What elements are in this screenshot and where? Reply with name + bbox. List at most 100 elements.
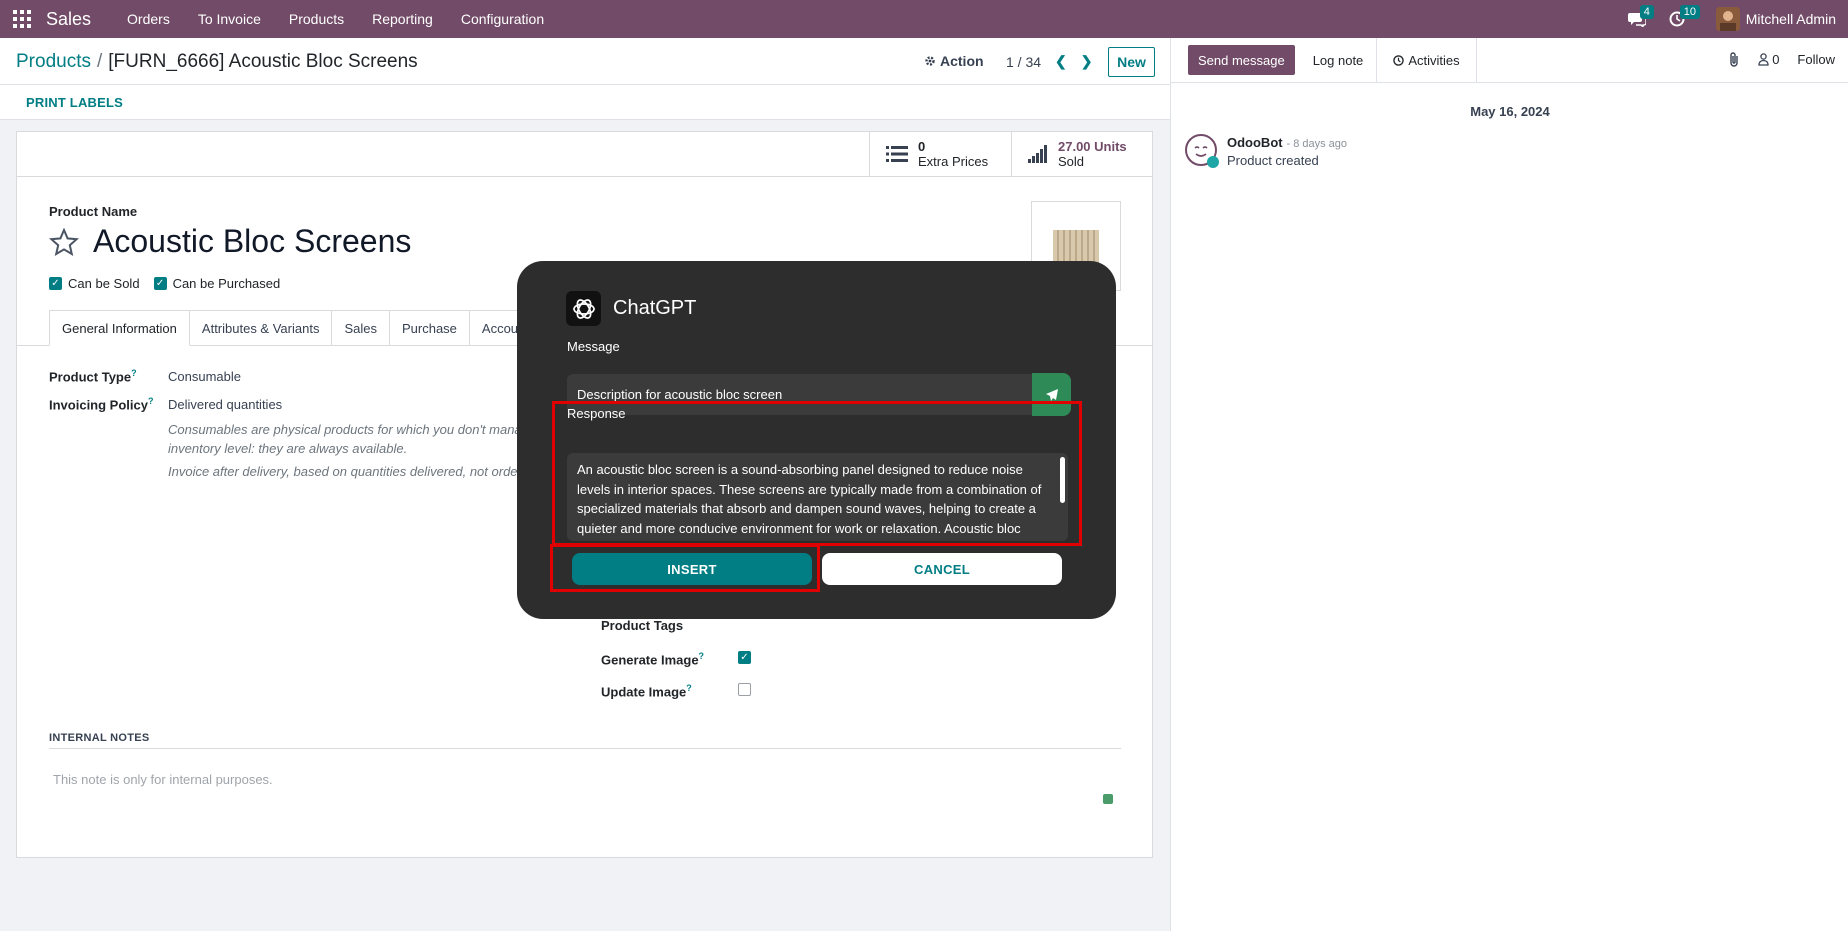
menu-to-invoice[interactable]: To Invoice <box>184 11 275 27</box>
send-message-button[interactable]: Send message <box>1188 45 1295 75</box>
odoobot-avatar <box>1185 134 1219 168</box>
chatter-message: OdooBot - 8 days ago Product created <box>1185 134 1347 168</box>
extra-prices-label: Extra Prices <box>918 154 989 169</box>
tab-general-information[interactable]: General Information <box>49 310 190 346</box>
log-note-button[interactable]: Log note <box>1300 38 1377 83</box>
can-be-sold-checkbox[interactable]: ✓ Can be Sold <box>49 276 140 291</box>
units-sold-label: Sold <box>1058 154 1085 169</box>
message-author[interactable]: OdooBot <box>1227 135 1283 150</box>
follow-button[interactable]: Follow <box>1797 52 1835 67</box>
main-menu: Orders To Invoice Products Reporting Con… <box>113 11 558 27</box>
can-be-sold-label: Can be Sold <box>68 276 140 291</box>
top-navbar: Sales Orders To Invoice Products Reporti… <box>0 0 1848 38</box>
response-text: An acoustic bloc screen is a sound-absor… <box>577 462 1042 541</box>
insert-button[interactable]: INSERT <box>572 553 812 585</box>
chatter-tools: 0 Follow <box>1728 51 1835 67</box>
extra-prices-button[interactable]: 0 Extra Prices <box>869 132 1011 176</box>
gear-icon <box>925 56 935 66</box>
product-tags-label: Product Tags <box>601 618 684 633</box>
invoice-help-text: Invoice after delivery, based on quantit… <box>168 464 522 479</box>
new-button[interactable]: New <box>1108 47 1155 77</box>
menu-reporting[interactable]: Reporting <box>358 11 447 27</box>
user-avatar <box>1715 7 1740 31</box>
message-label: Message <box>567 339 620 354</box>
menu-orders[interactable]: Orders <box>113 11 184 27</box>
product-type-label: Product Type? <box>49 368 137 385</box>
breadcrumb-separator: / <box>96 51 103 72</box>
pager: 1 / 34 ❮ ❯ <box>1006 53 1093 70</box>
chatter-topbar: Send message Log note Activities 0 Follo… <box>1171 38 1848 83</box>
response-textarea[interactable]: An acoustic bloc screen is a sound-absor… <box>567 453 1068 541</box>
openai-logo-icon <box>566 291 601 326</box>
generate-image-checkbox[interactable]: ✓ <box>738 651 751 664</box>
invoicing-policy-label: Invoicing Policy? <box>49 396 154 413</box>
internal-notes-divider <box>49 748 1121 749</box>
cancel-button[interactable]: CANCEL <box>822 553 1062 585</box>
checkmark-icon: ✓ <box>49 277 62 290</box>
checkmark-icon: ✓ <box>153 277 167 290</box>
internal-notes-editor[interactable]: This note is only for internal purposes. <box>53 772 273 787</box>
control-panel: Products / [FURN_6666] Acoustic Bloc Scree… <box>0 38 1170 85</box>
units-sold-value: 27.00 Units <box>1058 139 1127 154</box>
generate-image-label: Generate Image? <box>601 651 705 668</box>
activities-badge: 10 <box>1679 5 1700 19</box>
pager-value[interactable]: 1 / 34 <box>1006 54 1041 70</box>
tab-purchase[interactable]: Purchase <box>389 310 470 346</box>
tab-sales[interactable]: Sales <box>332 310 390 346</box>
product-type-select[interactable]: Consumable <box>168 369 241 384</box>
menu-configuration[interactable]: Configuration <box>447 11 558 27</box>
can-be-purchased-label: Can be Purchased <box>172 276 281 291</box>
response-scrollbar[interactable] <box>1060 457 1065 503</box>
product-name-label: Product Name <box>49 204 138 219</box>
breadcrumb-current: [FURN_6666] Acoustic Bloc Screens <box>108 51 418 72</box>
user-menu[interactable]: Mitchell Admin <box>1715 7 1836 31</box>
apps-menu-icon[interactable] <box>12 9 32 29</box>
invoicing-policy-select[interactable]: Delivered quantities <box>168 397 282 412</box>
date-separator: May 16, 2024 <box>1470 104 1550 119</box>
menu-products[interactable]: Products <box>275 11 358 27</box>
dialog-title: ChatGPT <box>613 297 697 319</box>
pager-next-icon[interactable]: ❯ <box>1081 53 1093 70</box>
action-button[interactable]: Action <box>924 53 984 69</box>
followers-button[interactable]: 0 <box>1758 52 1779 67</box>
update-image-label: Update Image? <box>601 683 692 700</box>
activities-button[interactable]: Activities <box>1377 38 1477 83</box>
breadcrumb-products-link[interactable]: Products <box>16 51 91 72</box>
person-icon <box>1758 52 1769 66</box>
breadcrumb: Products / [FURN_6666] Acoustic Bloc Scree… <box>16 51 418 73</box>
chatgpt-dialog: ChatGPT Message Description for acoustic… <box>517 261 1116 619</box>
chatter-panel: Send message Log note Activities 0 Follo… <box>1170 38 1848 931</box>
favorite-star-icon[interactable] <box>49 227 79 256</box>
paperclip-icon[interactable] <box>1728 51 1740 67</box>
activities-clock-icon[interactable]: 10 <box>1666 5 1700 30</box>
list-icon <box>886 146 908 162</box>
can-be-purchased-checkbox[interactable]: ✓ Can be Purchased <box>153 276 281 291</box>
extra-prices-value: 0 <box>918 139 926 154</box>
print-labels-button[interactable]: PRINT LABELS <box>26 95 123 110</box>
user-name: Mitchell Admin <box>1745 11 1836 27</box>
tab-attributes-variants[interactable]: Attributes & Variants <box>189 310 333 346</box>
internal-notes-title: INTERNAL NOTES <box>49 732 150 744</box>
product-flags: ✓ Can be Sold ✓ Can be Purchased <box>49 276 280 291</box>
editor-status-indicator <box>1103 794 1113 804</box>
messages-badge: 4 <box>1639 5 1654 19</box>
activities-label: Activities <box>1408 53 1460 68</box>
message-date: - 8 days ago <box>1286 138 1348 150</box>
action-label: Action <box>940 53 984 69</box>
signal-bars-icon <box>1028 145 1047 163</box>
followers-count: 0 <box>1772 51 1780 67</box>
units-sold-button[interactable]: 27.00 Units Sold <box>1011 132 1152 176</box>
status-bar: PRINT LABELS <box>0 85 1170 120</box>
heart-icon <box>1207 156 1219 168</box>
product-title: Acoustic Bloc Screens <box>49 223 411 260</box>
response-label: Response <box>567 406 626 421</box>
pager-prev-icon[interactable]: ❮ <box>1055 53 1067 70</box>
form-tabs: General Information Attributes & Variant… <box>49 310 532 346</box>
messages-icon[interactable]: 4 <box>1626 5 1654 30</box>
clock-icon <box>1393 55 1405 66</box>
app-name[interactable]: Sales <box>46 9 91 30</box>
product-name-input[interactable]: Acoustic Bloc Screens <box>93 223 411 260</box>
consumable-help-text: Consumables are physical products for wh… <box>168 422 522 456</box>
message-body: Product created <box>1227 153 1319 168</box>
update-image-checkbox[interactable] <box>738 683 751 696</box>
